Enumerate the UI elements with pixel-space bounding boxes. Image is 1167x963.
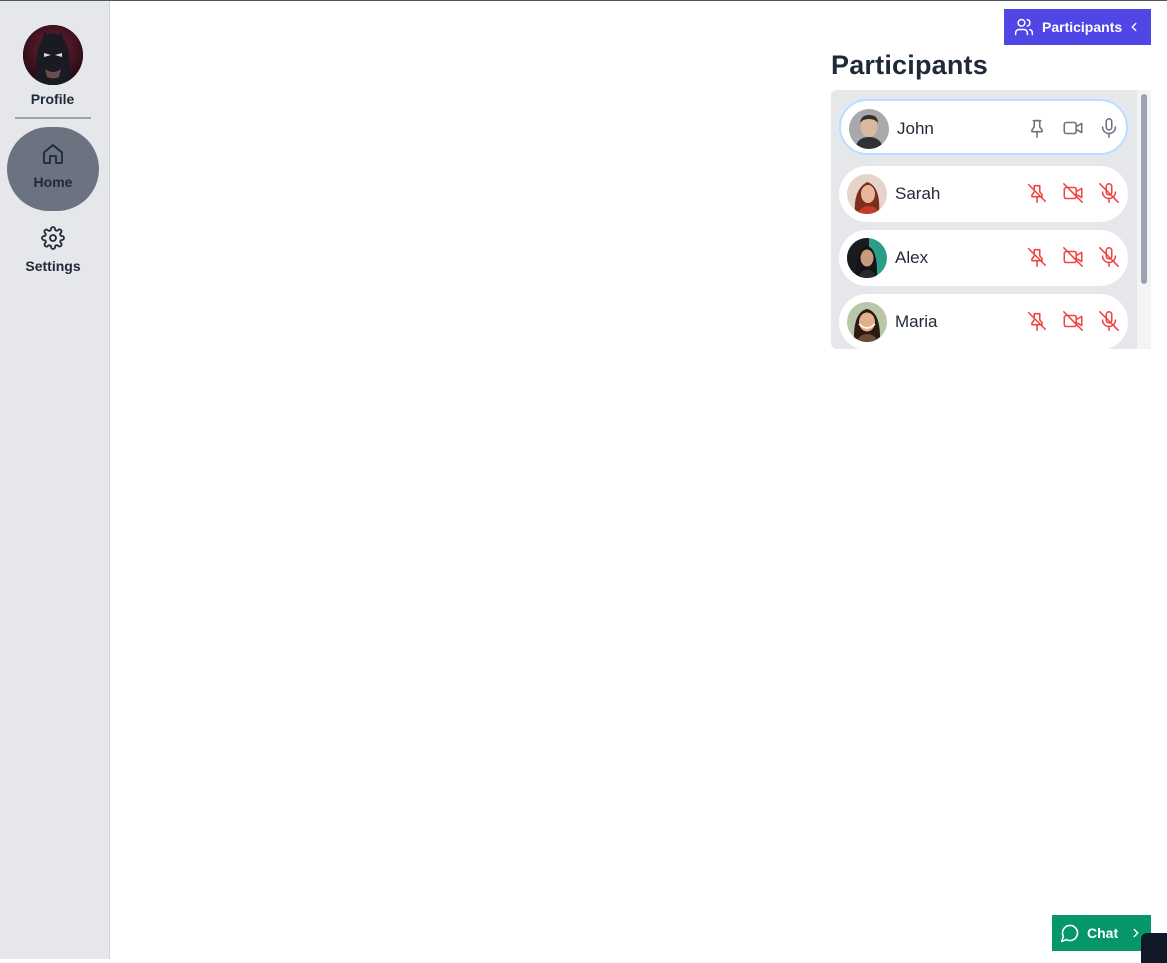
participant-name: Alex: [895, 248, 929, 267]
video-icon[interactable]: [1062, 117, 1084, 139]
pin-off-icon[interactable]: [1026, 182, 1048, 204]
participants-toggle-button[interactable]: Participants: [1004, 9, 1151, 45]
participants-scrollbar-thumb[interactable]: [1141, 94, 1147, 284]
pin-off-icon[interactable]: [1026, 310, 1048, 332]
avatar: [847, 302, 887, 342]
users-icon: [1014, 18, 1034, 36]
mic-off-icon[interactable]: [1098, 310, 1120, 332]
participant-name: John: [897, 119, 934, 138]
participant-row-maria[interactable]: Maria: [839, 294, 1128, 349]
profile-label: Profile: [30, 91, 75, 107]
avatar: [847, 174, 887, 214]
video-off-icon[interactable]: [1062, 182, 1084, 204]
participants-title: Participants: [831, 50, 988, 80]
participants-list[interactable]: John Sarah Alex Maria: [831, 90, 1151, 349]
mic-off-icon[interactable]: [1098, 182, 1120, 204]
sidebar-divider: [15, 117, 91, 119]
chevron-left-icon: [1131, 22, 1137, 32]
participant-row-sarah[interactable]: Sarah: [839, 166, 1128, 222]
participant-row-john[interactable]: John: [839, 99, 1128, 155]
home-icon: [43, 144, 63, 164]
sidebar-item-label: Settings: [25, 258, 81, 274]
sidebar-item-home[interactable]: Home: [7, 127, 99, 211]
pin-icon[interactable]: [1026, 117, 1048, 139]
participants-toggle-label: Participants: [1042, 19, 1123, 35]
pin-off-icon[interactable]: [1026, 246, 1048, 268]
participant-name: Maria: [895, 312, 938, 331]
avatar: [849, 109, 889, 149]
mic-off-icon[interactable]: [1098, 246, 1120, 268]
participant-row-alex[interactable]: Alex: [839, 230, 1128, 286]
mic-icon[interactable]: [1098, 117, 1120, 139]
video-off-icon[interactable]: [1062, 310, 1084, 332]
avatar: [847, 238, 887, 278]
top-border: [0, 0, 1167, 1]
chat-label: Chat: [1087, 925, 1119, 941]
sidebar-item-label: Home: [33, 174, 73, 190]
profile-avatar[interactable]: [22, 25, 83, 85]
chat-button[interactable]: Chat: [1052, 915, 1151, 951]
participant-name: Sarah: [895, 184, 941, 203]
chat-icon: [1060, 924, 1079, 943]
sidebar: Profile Home Settings: [0, 1, 110, 959]
gear-icon: [41, 226, 65, 250]
sidebar-item-settings[interactable]: Settings: [7, 211, 99, 295]
profile-link[interactable]: Profile: [0, 25, 105, 107]
video-off-icon[interactable]: [1062, 246, 1084, 268]
